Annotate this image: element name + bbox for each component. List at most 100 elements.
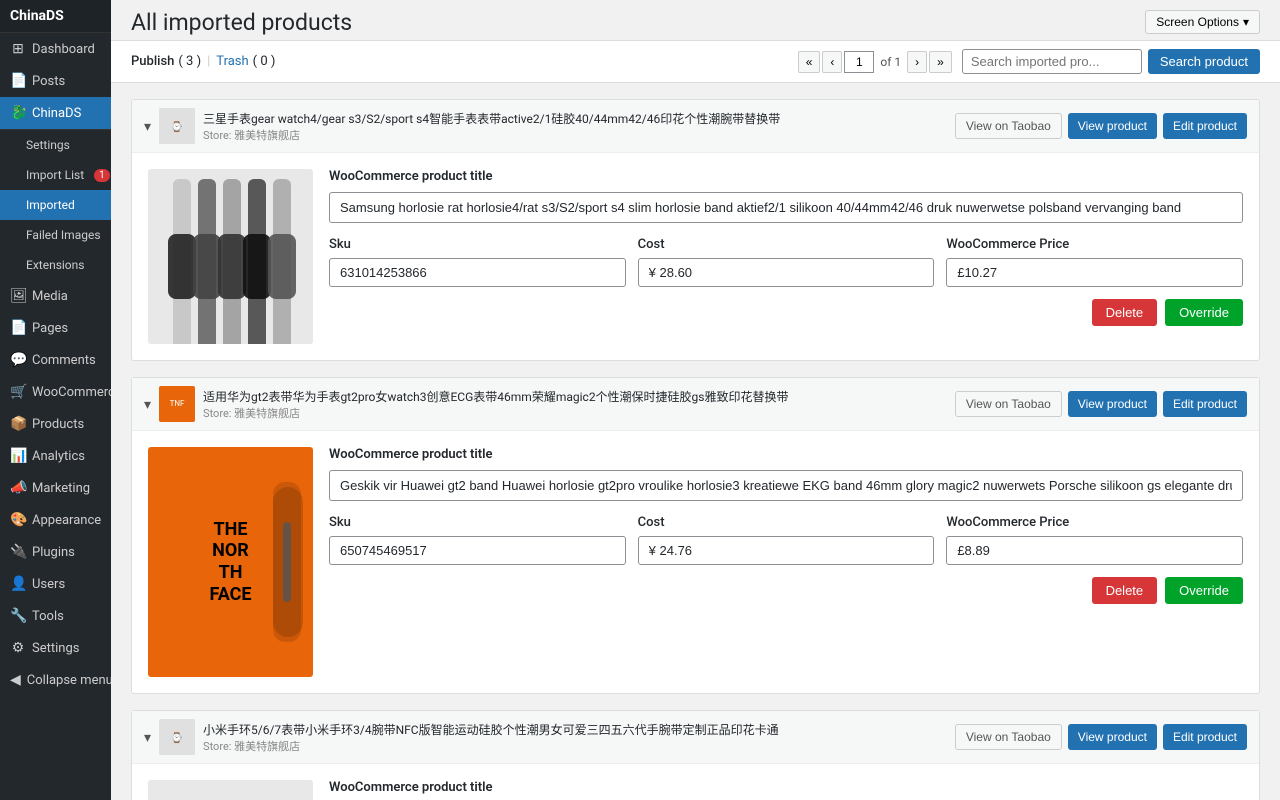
users-icon: 👤	[10, 576, 26, 592]
search-button[interactable]: Search product	[1148, 49, 1260, 74]
product-body-1: WooCommerce product title Sku Cost	[132, 153, 1259, 360]
view-product-button-1[interactable]: View product	[1068, 113, 1157, 139]
product-header-3: ▾ ⌚ 小米手环5/6/7表带小米手环3/4腕带NFC版智能运动硅胶个性潮男女可…	[132, 711, 1259, 764]
sidebar-item-comments[interactable]: 💬 Comments	[0, 344, 111, 376]
first-page-button[interactable]: «	[798, 51, 821, 73]
delete-button-2[interactable]: Delete	[1092, 577, 1158, 604]
plugins-icon: 🔌	[10, 544, 26, 560]
sidebar-item-appearance[interactable]: 🎨 Appearance	[0, 504, 111, 536]
comments-icon: 💬	[10, 352, 26, 368]
sidebar-item-import-list[interactable]: Import List 1	[0, 160, 111, 190]
sidebar-item-extensions[interactable]: Extensions	[0, 250, 111, 280]
view-taobao-button-1[interactable]: View on Taobao	[955, 113, 1062, 139]
analytics-icon: 📊	[10, 448, 26, 464]
screen-options-button[interactable]: Screen Options ▾	[1145, 10, 1260, 34]
view-taobao-button-2[interactable]: View on Taobao	[955, 391, 1062, 417]
wc-title-label-2: WooCommerce product title	[329, 447, 1243, 462]
edit-product-button-3[interactable]: Edit product	[1163, 724, 1247, 750]
sidebar-item-pages[interactable]: 📄 Pages	[0, 312, 111, 344]
edit-product-button-2[interactable]: Edit product	[1163, 391, 1247, 417]
sidebar: ChinaDS ⊞ Dashboard 📄 Posts 🐉 ChinaDS Se…	[0, 0, 111, 800]
collapse-icon: ◀	[10, 672, 21, 688]
trash-filter-link[interactable]: Trash	[216, 54, 248, 69]
delete-button-1[interactable]: Delete	[1092, 299, 1158, 326]
products-icon: 📦	[10, 416, 26, 432]
page-of-label: of 1	[880, 55, 901, 69]
cost-label-1: Cost	[638, 237, 935, 252]
product-list: ▾ ⌚ 三星手表gear watch4/gear s3/S2/sport s4智…	[111, 83, 1280, 800]
page-title: All imported products	[131, 11, 352, 34]
product-card-2: ▾ TNF 适用华为gt2表带华为手表gt2pro女watch3创意ECG表带4…	[131, 377, 1260, 694]
tools-icon: 🔧	[10, 608, 26, 624]
next-page-button[interactable]: ›	[907, 51, 927, 73]
sidebar-item-settings-sub[interactable]: Settings	[0, 130, 111, 160]
cost-input-2[interactable]	[638, 536, 935, 565]
wc-title-label-3: WooCommerce product title	[329, 780, 1243, 795]
product-store-3: Store: 雅美特旗舰店	[203, 738, 779, 754]
override-button-2[interactable]: Override	[1165, 577, 1243, 604]
search-input[interactable]	[962, 49, 1142, 74]
product-actions-2: Delete Override	[329, 577, 1243, 604]
sku-input-2[interactable]	[329, 536, 626, 565]
product-thumb-1: ⌚	[159, 108, 195, 144]
price-input-2[interactable]	[946, 536, 1243, 565]
override-button-1[interactable]: Override	[1165, 299, 1243, 326]
sidebar-item-collapse[interactable]: ◀ Collapse menu	[0, 664, 111, 696]
product-image-2: THENORTHFACE	[148, 447, 313, 677]
sidebar-item-posts[interactable]: 📄 Posts	[0, 65, 111, 97]
product-body-right-1: WooCommerce product title Sku Cost	[329, 169, 1243, 344]
sidebar-item-failed-images[interactable]: Failed Images	[0, 220, 111, 250]
collapse-button-3[interactable]: ▾	[144, 729, 151, 746]
view-taobao-button-3[interactable]: View on Taobao	[955, 724, 1062, 750]
page-number-input[interactable]	[844, 51, 874, 73]
collapse-button-2[interactable]: ▾	[144, 396, 151, 413]
sidebar-item-tools[interactable]: 🔧 Tools	[0, 600, 111, 632]
product-card-1: ▾ ⌚ 三星手表gear watch4/gear s3/S2/sport s4智…	[131, 99, 1260, 361]
product-image-1	[148, 169, 313, 344]
product-card-3: ▾ ⌚ 小米手环5/6/7表带小米手环3/4腕带NFC版智能运动硅胶个性潮男女可…	[131, 710, 1260, 800]
sidebar-item-media[interactable]: 🖼 Media	[0, 280, 111, 312]
svg-text:⌚: ⌚	[171, 120, 183, 133]
wc-title-input-2[interactable]	[329, 470, 1243, 501]
view-product-button-2[interactable]: View product	[1068, 391, 1157, 417]
sidebar-item-dashboard[interactable]: ⊞ Dashboard	[0, 33, 111, 65]
product-image-3	[148, 780, 313, 800]
sidebar-item-marketing[interactable]: 📣 Marketing	[0, 472, 111, 504]
sku-label-1: Sku	[329, 237, 626, 252]
product-store-2: Store: 雅美特旗舰店	[203, 405, 788, 421]
view-product-button-3[interactable]: View product	[1068, 724, 1157, 750]
pages-icon: 📄	[10, 320, 26, 336]
prev-page-button[interactable]: ‹	[822, 51, 842, 73]
product-body-right-3: WooCommerce product title	[329, 780, 1243, 800]
product-body-right-2: WooCommerce product title Sku Cost	[329, 447, 1243, 677]
sidebar-item-imported[interactable]: Imported	[0, 190, 111, 220]
sidebar-item-woocommerce[interactable]: 🛒 WooCommerce	[0, 376, 111, 408]
last-page-button[interactable]: »	[929, 51, 952, 73]
wc-title-label-1: WooCommerce product title	[329, 169, 1243, 184]
product-body-2: THENORTHFACE WooCommerce product title	[132, 431, 1259, 693]
product-body-3: WooCommerce product title	[132, 764, 1259, 800]
wc-title-input-1[interactable]	[329, 192, 1243, 223]
product-cn-title-3: 小米手环5/6/7表带小米手环3/4腕带NFC版智能运动硅胶个性潮男女可爱三四五…	[203, 721, 779, 738]
sidebar-item-products[interactable]: 📦 Products	[0, 408, 111, 440]
sidebar-item-analytics[interactable]: 📊 Analytics	[0, 440, 111, 472]
edit-product-button-1[interactable]: Edit product	[1163, 113, 1247, 139]
sidebar-item-users[interactable]: 👤 Users	[0, 568, 111, 600]
sku-input-1[interactable]	[329, 258, 626, 287]
marketing-icon: 📣	[10, 480, 26, 496]
subnav: Publish ( 3 ) | Trash ( 0 ) « ‹ of 1 › »…	[111, 41, 1280, 83]
sidebar-item-chinaDS[interactable]: 🐉 ChinaDS	[0, 97, 111, 129]
sku-label-2: Sku	[329, 515, 626, 530]
collapse-button-1[interactable]: ▾	[144, 118, 151, 135]
dashboard-icon: ⊞	[10, 41, 26, 57]
sidebar-item-settings[interactable]: ⚙ Settings	[0, 632, 111, 664]
price-input-1[interactable]	[946, 258, 1243, 287]
product-header-1: ▾ ⌚ 三星手表gear watch4/gear s3/S2/sport s4智…	[132, 100, 1259, 153]
sidebar-item-plugins[interactable]: 🔌 Plugins	[0, 536, 111, 568]
trash-count: ( 0 )	[253, 54, 276, 69]
posts-icon: 📄	[10, 73, 26, 89]
media-icon: 🖼	[10, 288, 26, 304]
cost-input-1[interactable]	[638, 258, 935, 287]
publish-filter-link[interactable]: Publish	[131, 54, 174, 69]
import-list-badge: 1	[94, 169, 110, 182]
